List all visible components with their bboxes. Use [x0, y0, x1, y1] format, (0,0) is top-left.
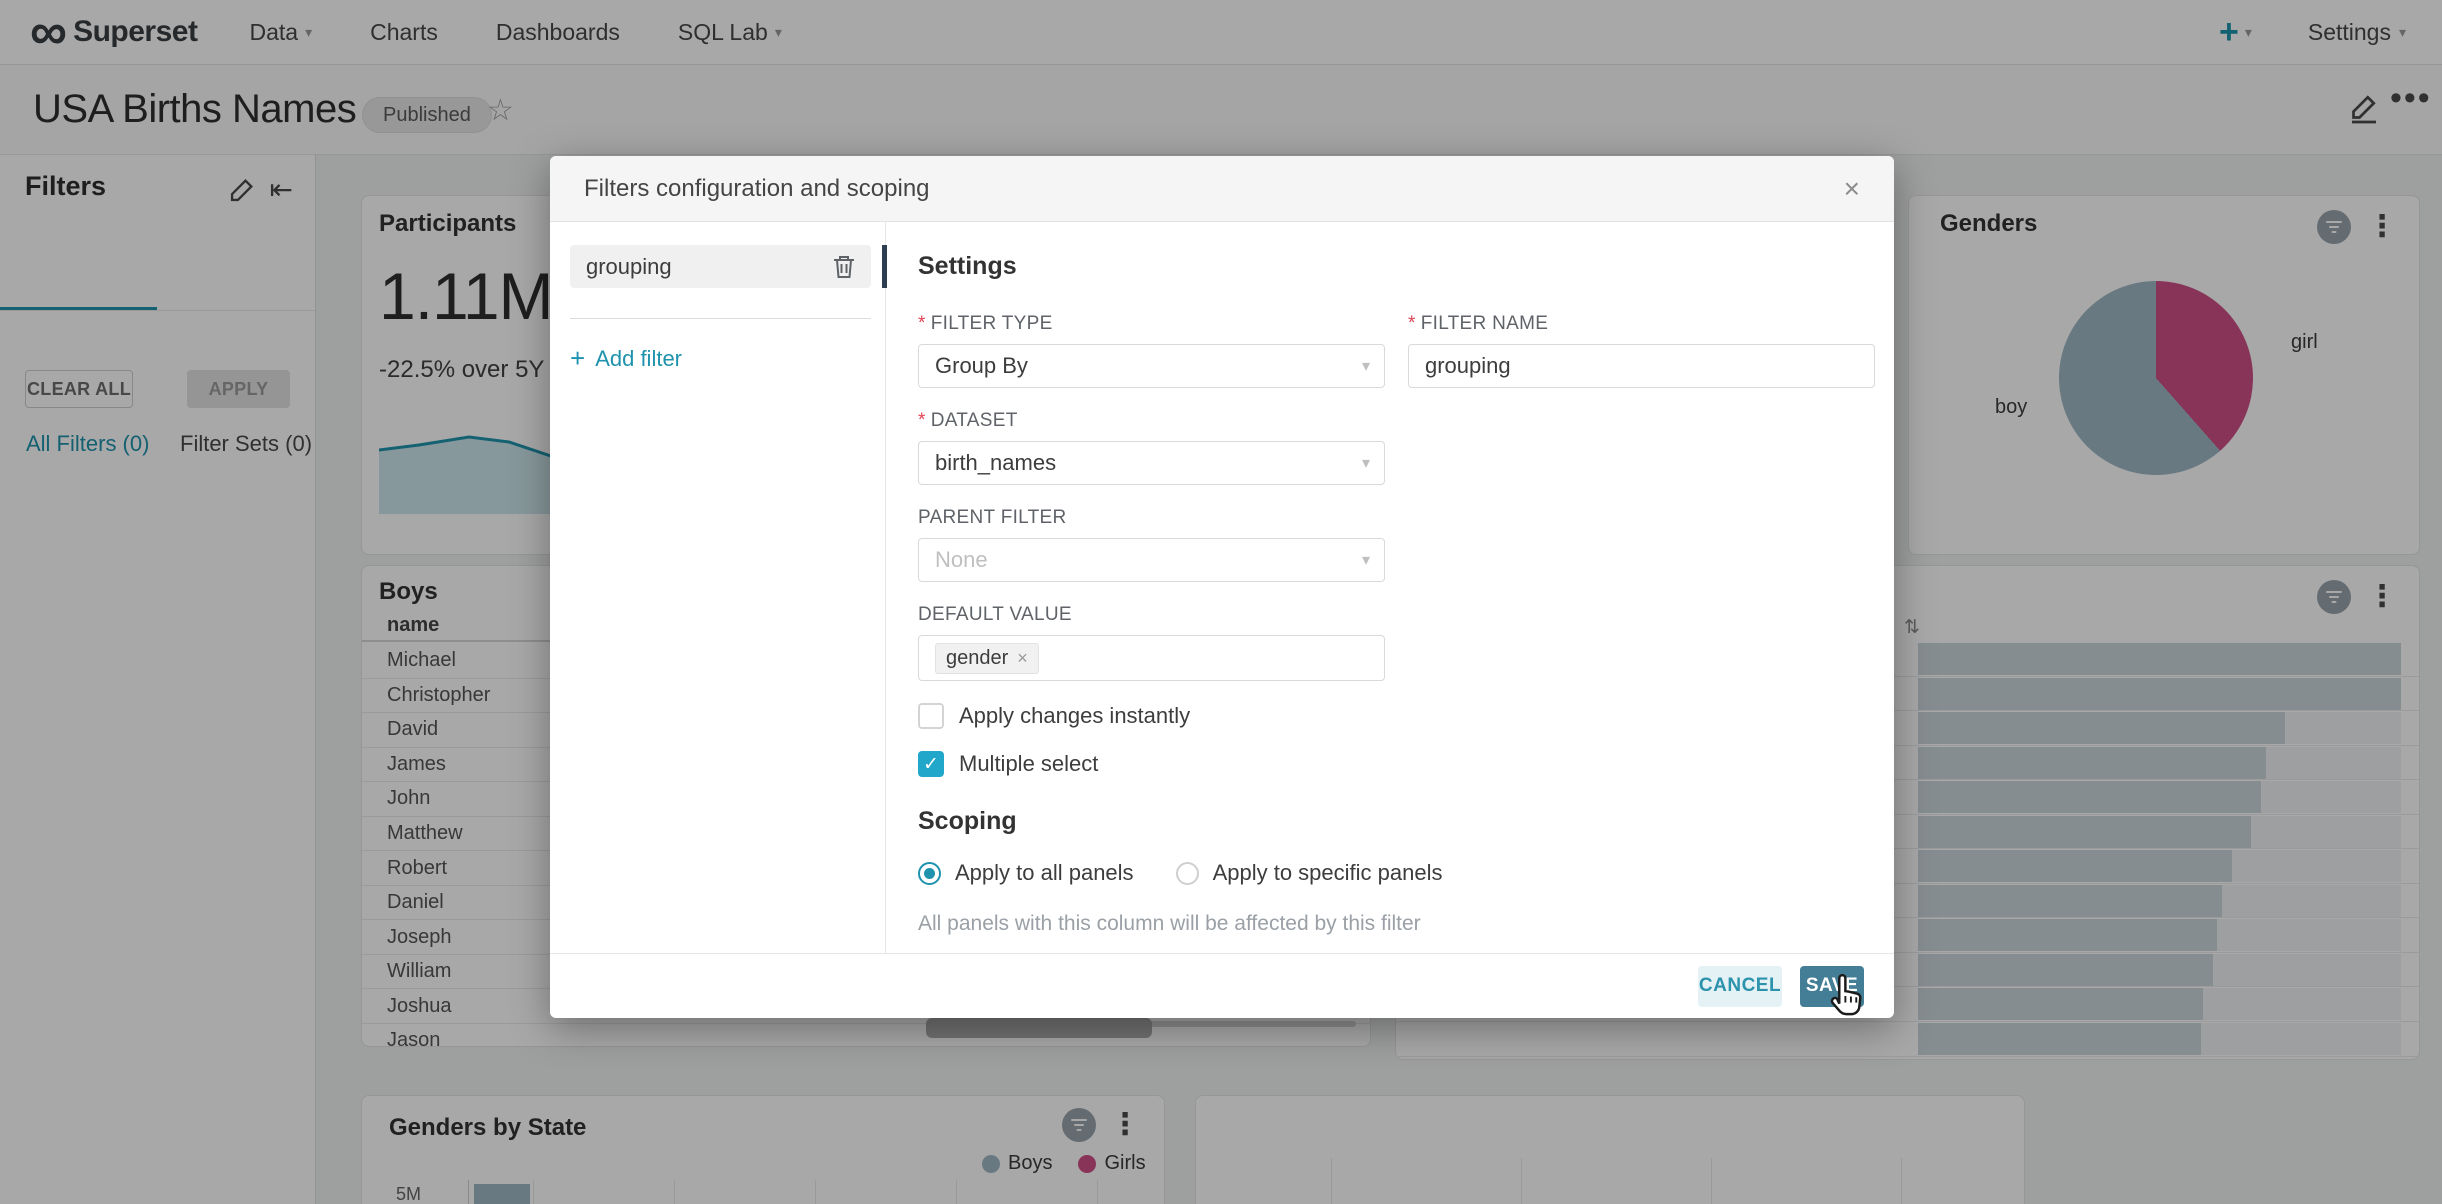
scoping-help-text: All panels with this column will be affe…: [918, 912, 1875, 936]
multiple-select-row[interactable]: ✓ Multiple select: [918, 751, 1875, 777]
chevron-down-icon: ▾: [1362, 550, 1370, 570]
dataset-label: *DATASET: [918, 410, 1385, 432]
filters-config-modal: Filters configuration and scoping × grou…: [550, 156, 1894, 1018]
checkbox-apply-instantly[interactable]: [918, 703, 944, 729]
modal-footer: CANCEL SAVE: [550, 953, 1894, 1018]
remove-chip-icon[interactable]: ×: [1017, 648, 1028, 669]
radio-apply-specific-panels[interactable]: [1176, 862, 1199, 885]
add-filter-button[interactable]: + Add filter: [570, 343, 870, 374]
superset-app: ∞ Superset Data ▾ Charts Dashboards SQL …: [0, 0, 2442, 1204]
radio-apply-all-panels[interactable]: [918, 862, 941, 885]
default-value-label: DEFAULT VALUE: [918, 604, 1385, 626]
trash-icon[interactable]: [831, 253, 857, 281]
filter-name-label: *FILTER NAME: [1408, 313, 1875, 335]
chevron-down-icon: ▾: [1362, 356, 1370, 376]
filter-settings-column: Settings *FILTER TYPE Group By ▾ *DATASE…: [886, 222, 1895, 953]
cancel-button[interactable]: CANCEL: [1698, 966, 1782, 1007]
filter-type-label: *FILTER TYPE: [918, 313, 1385, 335]
default-value-input[interactable]: gender ×: [918, 635, 1385, 681]
value-chip-gender[interactable]: gender ×: [935, 643, 1039, 674]
apply-instantly-row[interactable]: Apply changes instantly: [918, 703, 1875, 729]
filter-type-select[interactable]: Group By ▾: [918, 344, 1385, 388]
modal-header: Filters configuration and scoping ×: [550, 156, 1894, 222]
filter-list-item-grouping[interactable]: grouping: [570, 245, 871, 288]
parent-filter-select[interactable]: None ▾: [918, 538, 1385, 582]
settings-heading: Settings: [918, 252, 1875, 281]
close-icon[interactable]: ×: [1844, 173, 1860, 205]
scoping-heading: Scoping: [918, 807, 1875, 836]
modal-title: Filters configuration and scoping: [584, 175, 930, 203]
filter-name-input[interactable]: grouping: [1408, 344, 1875, 388]
parent-filter-label: PARENT FILTER: [918, 507, 1385, 529]
dataset-select[interactable]: birth_names ▾: [918, 441, 1385, 485]
mouse-cursor: [1824, 972, 1866, 1023]
plus-icon: +: [570, 343, 585, 374]
filter-list-column: grouping + Add filter: [550, 222, 886, 953]
chevron-down-icon: ▾: [1362, 453, 1370, 473]
checkbox-multiple-select[interactable]: ✓: [918, 751, 944, 777]
